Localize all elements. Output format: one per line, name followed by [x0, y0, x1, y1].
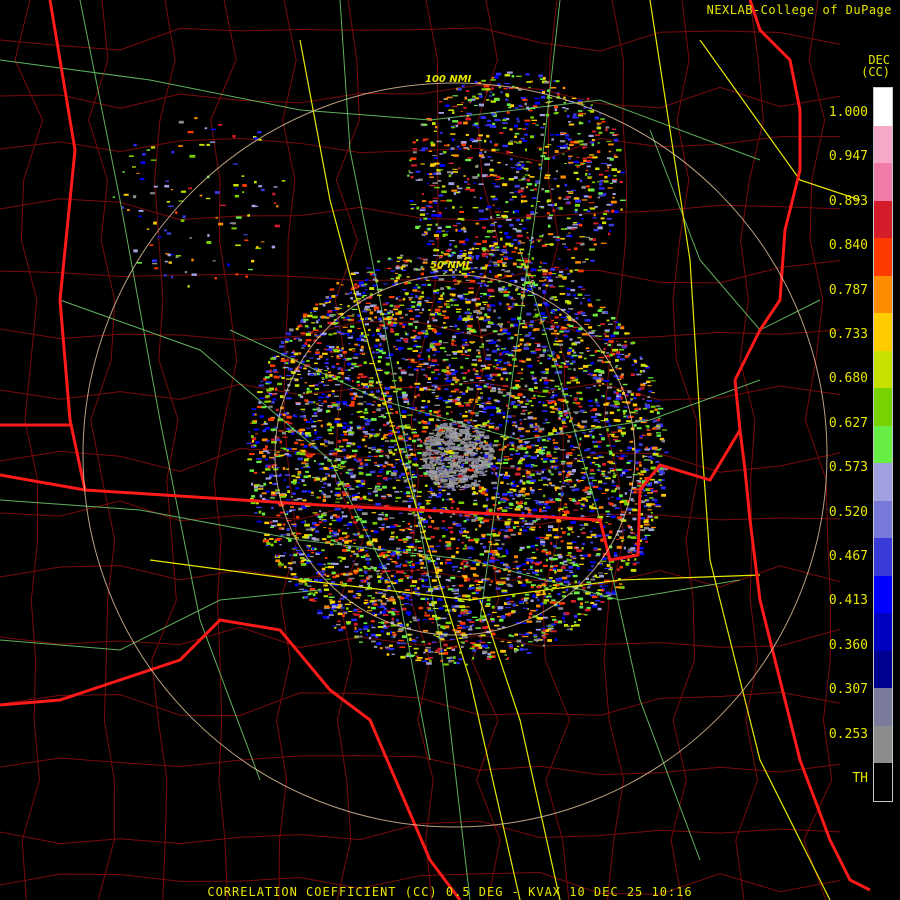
scale-swatch	[874, 575, 892, 614]
scale-swatch	[874, 725, 892, 764]
ring-label-100: 100 NMI	[425, 74, 472, 85]
scale-swatch	[874, 163, 892, 201]
scale-label: 0.947	[828, 149, 868, 165]
scale-label: 0.573	[828, 460, 868, 476]
product-footer: CORRELATION COEFFICIENT (CC) 0.5 DEG - K…	[207, 885, 693, 899]
scale-label: 0.840	[828, 238, 868, 254]
scale-swatch	[874, 500, 892, 539]
scale-swatch	[874, 763, 892, 801]
scale-swatch	[874, 538, 892, 576]
color-scale-bar	[873, 87, 893, 802]
scale-swatch	[874, 688, 892, 726]
credit-label: NEXLAB-College of DuPage	[706, 3, 892, 17]
scale-swatch	[874, 238, 892, 276]
scale-label: 0.733	[828, 327, 868, 342]
scale-swatch	[874, 388, 892, 426]
scale-label: 0.360	[828, 637, 868, 653]
unit-label-line2: (CC)	[861, 65, 890, 79]
scale-label: 0.467	[828, 549, 868, 564]
scale-swatch	[874, 200, 892, 239]
scale-swatch	[874, 650, 892, 689]
scale-swatch	[874, 613, 892, 651]
scale-swatch	[874, 463, 892, 501]
scale-label: 0.627	[828, 415, 868, 431]
radar-map: 50 NMI 100 NMI	[0, 0, 900, 900]
scale-swatch	[874, 275, 892, 314]
scale-swatch	[874, 88, 892, 126]
scale-label: 0.520	[828, 504, 868, 520]
ring-label-50: 50 NMI	[430, 260, 470, 271]
scale-label: 1.000	[828, 105, 868, 120]
scale-swatch	[874, 125, 892, 164]
scale-swatch	[874, 425, 892, 464]
unit-label: DEC (CC)	[840, 54, 890, 78]
scale-label: 0.680	[828, 371, 868, 387]
scale-label: 0.787	[828, 282, 868, 298]
scale-label: 0.253	[828, 726, 868, 742]
scale-label: 0.307	[828, 682, 868, 698]
scale-label: TH	[852, 771, 868, 786]
scale-swatch	[874, 313, 892, 351]
scale-label: 0.893	[828, 193, 868, 209]
scale-swatch	[874, 350, 892, 389]
scale-label: 0.413	[828, 593, 868, 609]
